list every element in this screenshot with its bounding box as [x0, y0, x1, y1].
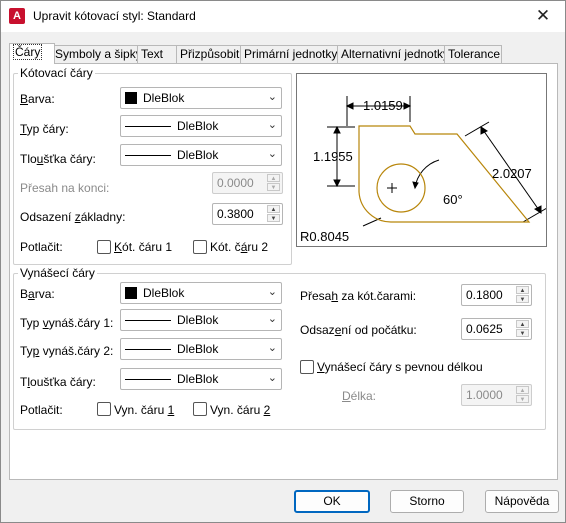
group-title: Kótovací čáry [18, 66, 95, 80]
spin-up-icon[interactable]: ▲ [516, 386, 529, 394]
close-icon[interactable]: ✕ [531, 5, 555, 27]
group-title: Vynášecí čáry [18, 266, 97, 280]
dim-baseline-value: 0.3800 [217, 207, 254, 221]
line-sample [125, 379, 171, 380]
ext-linetype2-value: DleBlok [177, 342, 219, 356]
ext-offset-value: 0.0625 [466, 322, 503, 336]
dim-color-value: DleBlok [143, 91, 185, 105]
line-sample [125, 320, 171, 321]
tab-lines[interactable]: Čáry [9, 43, 55, 64]
ext-lineweight-select[interactable]: DleBlok ⌄ [120, 368, 282, 390]
dim-lineweight-value: DleBlok [177, 148, 219, 162]
line-sample [125, 349, 171, 350]
suppress-ext1-checkbox[interactable] [97, 402, 111, 416]
dim-baseline-label: Odsazení základny: [20, 210, 126, 224]
tab-alternate-units[interactable]: Alternativní jednotky [337, 45, 449, 63]
ext-offset-label: Odsazení od počátku: [300, 323, 417, 337]
spin-down-icon[interactable]: ▼ [267, 183, 280, 191]
ext-extend-value: 0.1800 [466, 288, 503, 302]
ext-lineweight-value: DleBlok [177, 372, 219, 386]
tab-fit[interactable]: Přizpůsobit [176, 45, 244, 63]
spin-up-icon[interactable]: ▲ [516, 320, 529, 328]
ext-linetype2-label: Typ vynáš.čáry 2: [20, 344, 114, 358]
dialog-title: Upravit kótovací styl: Standard [33, 9, 196, 23]
chevron-down-icon: ⌄ [267, 372, 277, 384]
ext-linetype1-label: Typ vynáš.čáry 1: [20, 316, 114, 330]
ext-color-label: Barva: [20, 287, 55, 301]
ext-linetype2-select[interactable]: DleBlok ⌄ [120, 338, 282, 360]
dim-linetype-value: DleBlok [177, 119, 219, 133]
ext-color-value: DleBlok [143, 286, 185, 300]
tab-text[interactable]: Text [137, 45, 179, 63]
help-button[interactable]: Nápověda [485, 490, 559, 513]
preview-drawing: 1.0159 1.1955 2.0207 60° R0.8045 [300, 96, 548, 244]
chevron-down-icon: ⌄ [267, 313, 277, 325]
dim-baseline-spinner[interactable]: 0.3800 ▲ ▼ [212, 203, 283, 225]
spin-up-icon[interactable]: ▲ [267, 174, 280, 182]
ok-button[interactable]: OK [294, 490, 370, 513]
preview-dim-left: 1.1955 [313, 149, 353, 164]
tab-tolerance[interactable]: Tolerance [444, 45, 502, 63]
ext-lineweight-label: Tloušťka čáry: [20, 375, 96, 389]
length-label: Délka: [342, 389, 377, 403]
color-swatch [125, 287, 137, 299]
cancel-button[interactable]: Storno [390, 490, 464, 513]
length-value: 1.0000 [466, 388, 503, 402]
preview-dim-right: 2.0207 [492, 166, 532, 181]
color-swatch [125, 92, 137, 104]
suppress-dim2-checkbox[interactable] [193, 240, 207, 254]
dim-extend-label: Přesah na konci: [20, 181, 110, 195]
chevron-down-icon: ⌄ [267, 91, 277, 103]
fixed-length-label: Vynášecí čáry s pevnou délkou [317, 360, 483, 374]
ext-extend-spinner[interactable]: 0.1800 ▲ ▼ [461, 284, 532, 306]
autocad-icon: A [9, 8, 25, 24]
ext-color-select[interactable]: DleBlok ⌄ [120, 282, 282, 304]
dim-suppress-label: Potlačit: [20, 240, 63, 254]
spin-down-icon[interactable]: ▼ [516, 395, 529, 403]
suppress-ext1-label: Vyn. čáru 1 [114, 403, 175, 417]
dim-lineweight-label: Tloušťka čáry: [20, 152, 96, 166]
ext-linetype1-select[interactable]: DleBlok ⌄ [120, 309, 282, 331]
dim-linetype-select[interactable]: DleBlok ⌄ [120, 115, 282, 137]
spin-up-icon[interactable]: ▲ [267, 205, 280, 213]
suppress-ext2-checkbox[interactable] [193, 402, 207, 416]
chevron-down-icon: ⌄ [267, 119, 277, 131]
tab-symbols-arrows[interactable]: Symboly a šipky [51, 45, 142, 63]
spin-down-icon[interactable]: ▼ [516, 295, 529, 303]
spin-down-icon[interactable]: ▼ [516, 329, 529, 337]
fixed-length-checkbox[interactable] [300, 360, 314, 374]
ext-suppress-label: Potlačit: [20, 403, 63, 417]
dialog-window: A Upravit kótovací styl: Standard ✕ Čáry… [0, 0, 566, 523]
suppress-dim2-label: Kót. čáru 2 [210, 240, 269, 254]
spin-up-icon[interactable]: ▲ [516, 286, 529, 294]
length-spinner[interactable]: 1.0000 ▲ ▼ [461, 384, 532, 406]
ext-extend-label: Přesah za kót.čarami: [300, 289, 417, 303]
line-sample [125, 155, 171, 156]
ext-offset-spinner[interactable]: 0.0625 ▲ ▼ [461, 318, 532, 340]
tab-primary-units[interactable]: Primární jednotky [240, 45, 341, 63]
preview-radius: R0.8045 [300, 229, 349, 244]
preview-angle: 60° [443, 192, 463, 207]
dim-color-label: Barva: [20, 92, 55, 106]
dim-color-select[interactable]: DleBlok ⌄ [120, 87, 282, 109]
title-bar: A Upravit kótovací styl: Standard ✕ [1, 1, 565, 32]
chevron-down-icon: ⌄ [267, 286, 277, 298]
suppress-ext2-label: Vyn. čáru 2 [210, 403, 271, 417]
dim-extend-value: 0.0000 [217, 176, 254, 190]
dim-lineweight-select[interactable]: DleBlok ⌄ [120, 144, 282, 166]
ext-linetype1-value: DleBlok [177, 313, 219, 327]
suppress-dim1-checkbox[interactable] [97, 240, 111, 254]
line-sample [125, 126, 171, 127]
dim-extend-spinner[interactable]: 0.0000 ▲ ▼ [212, 172, 283, 194]
spin-down-icon[interactable]: ▼ [267, 214, 280, 222]
tab-bar: Čáry Symboly a šipky Text Přizpůsobit Pr… [9, 43, 557, 64]
preview-pane: 1.0159 1.1955 2.0207 60° R0.8045 [296, 73, 548, 247]
preview-dim-top: 1.0159 [363, 98, 403, 113]
suppress-dim1-label: Kót. čáru 1 [114, 240, 173, 254]
dim-linetype-label: Typ čáry: [20, 122, 69, 136]
chevron-down-icon: ⌄ [267, 342, 277, 354]
chevron-down-icon: ⌄ [267, 148, 277, 160]
